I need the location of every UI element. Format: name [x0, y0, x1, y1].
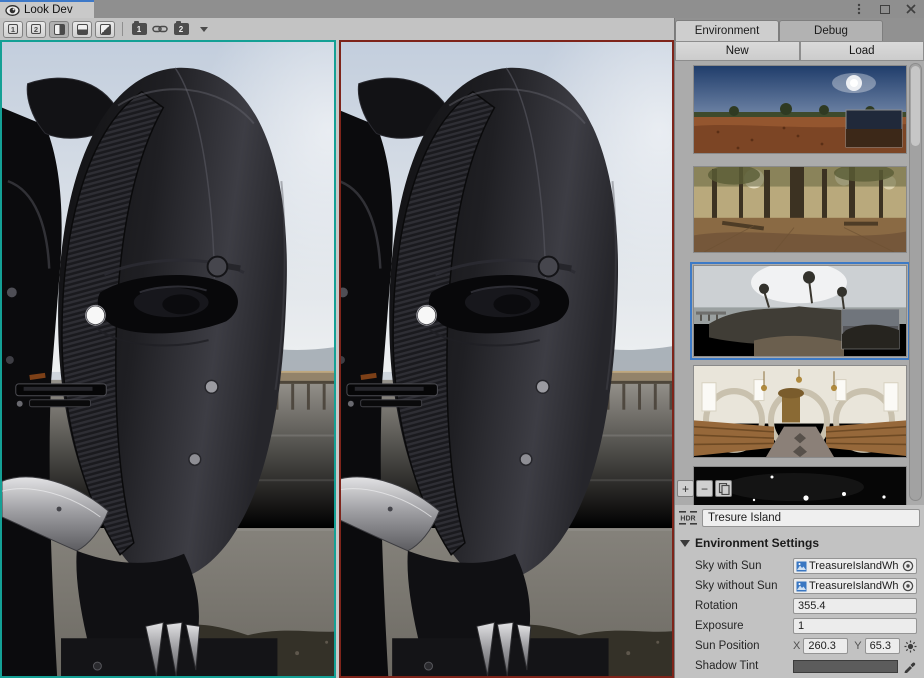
environment-panel: Environment Debug New Load: [674, 18, 924, 678]
render-scene-2: [341, 42, 673, 676]
foldout-triangle-icon: [680, 540, 690, 547]
render-view-1[interactable]: [0, 40, 336, 678]
object-picker-icon[interactable]: [902, 580, 914, 592]
plus-icon: +: [682, 483, 689, 495]
split-horizontal-button[interactable]: [72, 21, 92, 38]
shadow-tint-label: Shadow Tint: [695, 660, 793, 672]
desert-hdri-preview: [694, 66, 906, 153]
sun-position-row: Sun Position X 260.3 Y 65.3: [695, 637, 917, 655]
split-vertical-button[interactable]: [49, 21, 69, 38]
env-thumbnail-treasure-island[interactable]: [694, 266, 906, 356]
hdr-badge-icon: HDR: [678, 510, 698, 526]
sun-icon: [904, 640, 917, 653]
single-view-2-button[interactable]: 2: [26, 21, 46, 38]
shadow-tint-row: Shadow Tint: [695, 657, 917, 675]
window-tab-lookdev[interactable]: Look Dev: [0, 0, 94, 18]
close-icon[interactable]: [904, 2, 918, 16]
sky-without-sun-object-field[interactable]: TreasureIslandWh: [793, 578, 917, 594]
split-diagonal-icon: [100, 24, 111, 35]
cubemap-texture-icon: [796, 581, 807, 592]
eye-icon: [5, 5, 20, 16]
tab-environment[interactable]: Environment: [675, 20, 779, 41]
render-scene-1: [2, 42, 334, 676]
sun-picker-button[interactable]: [904, 639, 917, 654]
rotation-label: Rotation: [695, 600, 793, 612]
hdr-name-field[interactable]: Tresure Island: [702, 509, 920, 527]
split-vertical-icon: [54, 24, 65, 35]
camera-dropdown-button[interactable]: [193, 21, 211, 38]
load-button[interactable]: Load: [800, 41, 924, 61]
environment-list: + −: [675, 61, 924, 505]
sky-with-sun-object-field[interactable]: TreasureIslandWh: [793, 558, 917, 574]
single-view-1-button[interactable]: 1: [3, 21, 23, 38]
sun-position-label: Sun Position: [695, 640, 793, 652]
church-hdri-preview: [694, 366, 906, 457]
island-hdri-preview: [694, 266, 906, 356]
new-button[interactable]: New: [675, 41, 800, 61]
sky-without-sun-row: Sky without Sun TreasureIslandWh: [695, 577, 917, 595]
lookdev-window: Look Dev 1 2: [0, 0, 924, 678]
view-2-number-icon: 2: [31, 24, 41, 34]
split-diagonal-button[interactable]: [95, 21, 115, 38]
object-picker-icon[interactable]: [902, 560, 914, 572]
scrollbar-thumb[interactable]: [911, 66, 920, 146]
window-menu-icon[interactable]: [852, 2, 866, 16]
chevron-down-icon: [200, 27, 208, 32]
cubemap-texture-icon: [796, 561, 807, 572]
forest-hdri-preview: [694, 167, 906, 252]
split-horizontal-icon: [77, 24, 88, 35]
exposure-field[interactable]: 1: [793, 618, 917, 634]
window-title: Look Dev: [24, 4, 73, 16]
sky-with-sun-row: Sky with Sun TreasureIslandWh: [695, 557, 917, 575]
env-thumbnail-forest[interactable]: [694, 167, 906, 252]
camera-1-icon: 1: [132, 23, 147, 35]
add-environment-button[interactable]: +: [677, 480, 694, 497]
env-list-toolbar: + −: [677, 480, 732, 497]
y-axis-label: Y: [854, 640, 861, 652]
tab-strip-filler: [883, 18, 924, 41]
tab-debug-label: Debug: [814, 25, 848, 37]
env-list-scrollbar[interactable]: [909, 63, 922, 501]
panel-actions: New Load: [675, 41, 924, 61]
link-icon: [152, 24, 168, 34]
sun-position-y-field[interactable]: 65.3: [865, 638, 900, 654]
x-axis-label: X: [793, 640, 800, 652]
camera-2-button[interactable]: 2: [172, 21, 190, 38]
env-thumbnail-church[interactable]: [694, 366, 906, 457]
window-controls: [852, 0, 918, 18]
duplicate-environment-button[interactable]: [715, 480, 732, 497]
sun-position-x-field[interactable]: 260.3: [803, 638, 848, 654]
title-bar: Look Dev: [0, 0, 924, 18]
camera-1-button[interactable]: 1: [130, 21, 148, 38]
rotation-field[interactable]: 355.4: [793, 598, 917, 614]
sky-without-sun-label: Sky without Sun: [695, 580, 793, 592]
render-view-2[interactable]: [339, 40, 675, 678]
sky-with-sun-label: Sky with Sun: [695, 560, 793, 572]
remove-environment-button[interactable]: −: [696, 480, 713, 497]
exposure-row: Exposure 1: [695, 617, 917, 635]
lookdev-toolbar: 1 2 1: [0, 18, 674, 40]
panel-tabs: Environment Debug: [675, 18, 924, 41]
eyedropper-icon: [903, 660, 916, 673]
environment-settings-header[interactable]: Environment Settings: [680, 536, 819, 550]
tab-debug[interactable]: Debug: [779, 20, 883, 41]
tab-environment-label: Environment: [695, 25, 760, 37]
toolbar-separator: [122, 22, 123, 36]
shadow-tint-color-swatch[interactable]: [793, 660, 898, 673]
minus-icon: −: [701, 483, 708, 495]
link-cameras-button[interactable]: [151, 21, 169, 38]
exposure-label: Exposure: [695, 620, 793, 632]
maximize-icon[interactable]: [878, 2, 892, 16]
svg-text:HDR: HDR: [680, 516, 695, 523]
camera-2-icon: 2: [174, 23, 189, 35]
eyedropper-button[interactable]: [902, 659, 917, 674]
lookdev-viewport: [0, 40, 674, 678]
rotation-row: Rotation 355.4: [695, 597, 917, 615]
env-thumbnail-desert-sun[interactable]: [694, 66, 906, 153]
environment-settings: HDR Tresure Island Environment Settings …: [675, 505, 924, 678]
duplicate-icon: [718, 483, 730, 495]
view-1-number-icon: 1: [8, 24, 18, 34]
